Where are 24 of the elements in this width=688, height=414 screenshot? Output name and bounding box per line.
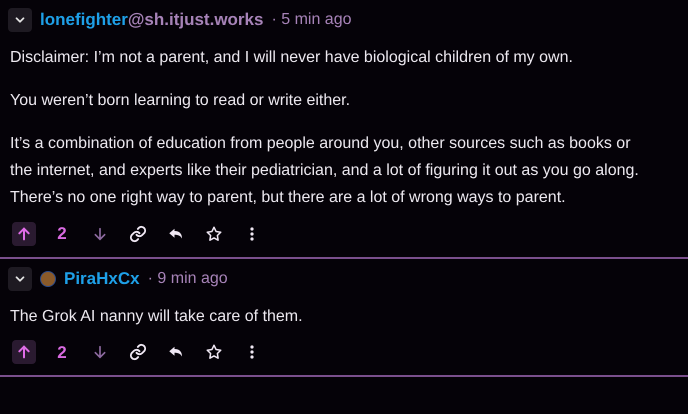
score: 2: [56, 342, 68, 364]
arrow-up-icon: [16, 344, 32, 360]
collapse-button[interactable]: [8, 8, 32, 32]
comment-text: The Grok AI nanny will take care of them.: [10, 306, 304, 326]
star-icon: [205, 343, 223, 362]
upvote-button[interactable]: [12, 340, 36, 364]
arrow-up-icon: [16, 226, 32, 242]
score: 2: [56, 223, 68, 245]
link-icon: [129, 343, 147, 362]
arrow-down-icon: [92, 226, 108, 242]
arrow-down-icon: [92, 344, 108, 360]
more-icon: [250, 345, 254, 360]
comment-text: You weren’t born learning to read or write either.: [10, 91, 352, 111]
link-icon: [129, 224, 147, 243]
star-icon: [205, 224, 223, 243]
comment-text: Disclaimer: I’m not a parent, and I will never have biological children of my own.: [10, 48, 574, 68]
more-icon: [250, 226, 254, 241]
collapse-button[interactable]: [8, 266, 32, 290]
username-link[interactable]: lonefighter@sh.itjust.works: [40, 7, 264, 33]
comment-text: It’s a combination of education from people around you, other sources such as books or the internet, and experts like their pediatrician, and a lot of figuring it out as you go along. There’s no one right way to parent, but there are a lot of wrong ways to parent.: [10, 134, 640, 208]
upvote-button[interactable]: [12, 222, 36, 246]
timestamp: · 9 min ago: [148, 268, 228, 288]
username-link[interactable]: PiraHxCx: [64, 266, 140, 292]
timestamp: · 5 min ago: [271, 10, 352, 30]
